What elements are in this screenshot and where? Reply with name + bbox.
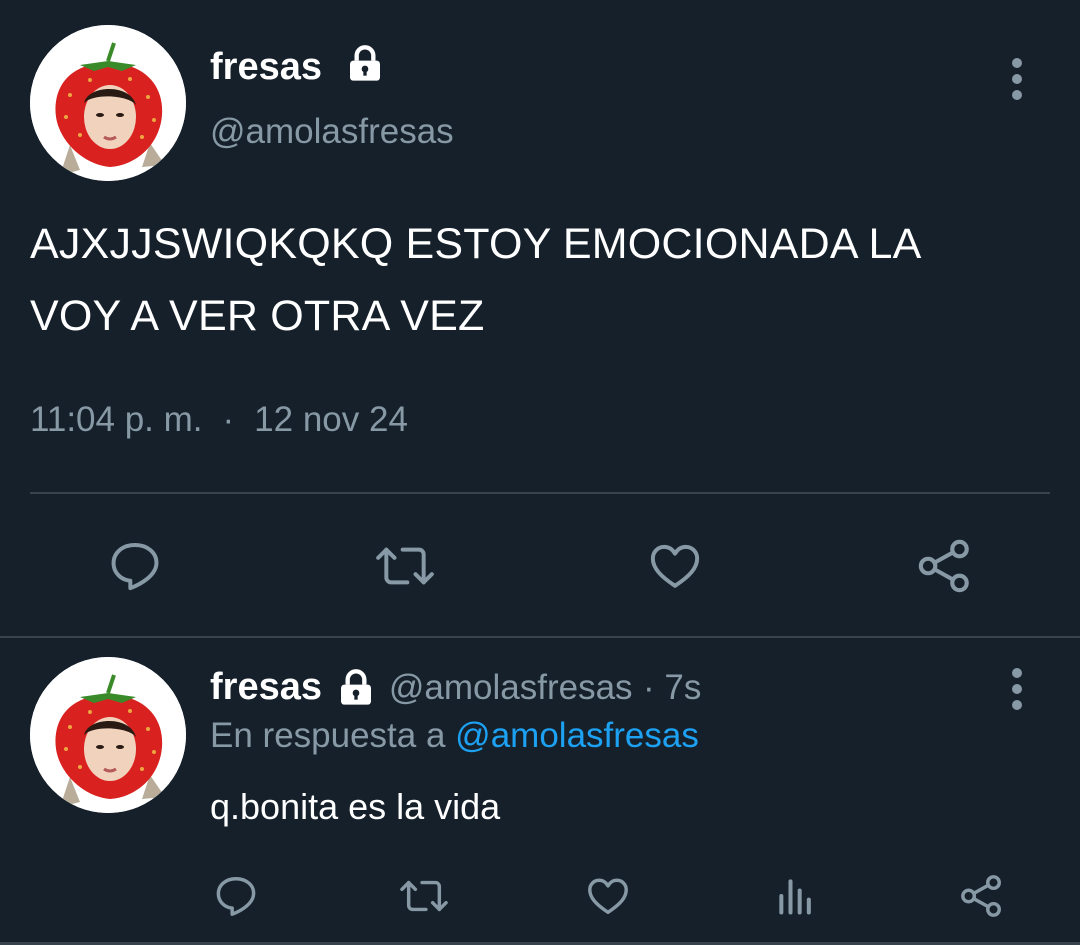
strawberry-avatar: [30, 25, 186, 181]
display-name[interactable]: fresas: [210, 44, 385, 94]
analytics-button[interactable]: [768, 868, 824, 924]
like-icon: [650, 544, 700, 588]
meta-separator: ·: [222, 400, 235, 439]
avatar[interactable]: [30, 25, 186, 181]
reply-age: · 7s: [643, 668, 702, 707]
like-button[interactable]: [580, 868, 636, 924]
lock-icon: [345, 44, 385, 94]
tweet-date[interactable]: 12 nov 24: [254, 400, 408, 439]
handle[interactable]: @amolasfresas: [210, 112, 454, 152]
reply-prefix: En respuesta a: [210, 716, 446, 755]
like-icon: [588, 878, 628, 915]
display-name-text[interactable]: fresas: [210, 46, 322, 88]
tweet-separator: [0, 636, 1080, 638]
reply-text: q.bonita es la vida: [210, 786, 501, 827]
strawberry-avatar: [30, 657, 186, 813]
analytics-icon: [779, 879, 811, 915]
reply-button[interactable]: [208, 868, 264, 924]
reply-avatar[interactable]: [30, 657, 186, 813]
reply-context: En respuesta a @amolasfresas: [210, 716, 699, 756]
tweet-text-line-1: AJXJJSWIQKQKQ ESTOY EMOCIONADA LA: [30, 220, 922, 268]
tweet-meta: 11:04 p. m. · 12 nov 24: [30, 400, 408, 440]
divider: [30, 492, 1050, 494]
more-vertical-icon[interactable]: [1007, 668, 1027, 716]
share-button[interactable]: [954, 868, 1010, 924]
more-vertical-icon[interactable]: [1007, 58, 1027, 106]
tweet-time[interactable]: 11:04 p. m.: [30, 400, 203, 439]
reply-handle[interactable]: @amolasfresas: [389, 668, 633, 707]
retweet-button[interactable]: [394, 868, 454, 924]
tweet-text: AJXJJSWIQKQKQ ESTOY EMOCIONADA LA VOY A …: [30, 208, 1060, 352]
share-icon: [961, 875, 1001, 917]
retweet-button[interactable]: [370, 534, 440, 598]
reply-display-name[interactable]: fresas: [210, 666, 322, 708]
reply-icon: [111, 543, 159, 591]
reply-mention-link[interactable]: @amolasfresas: [455, 716, 699, 755]
like-button[interactable]: [640, 534, 710, 598]
retweet-icon: [400, 880, 448, 912]
reply-header: fresas @amolasfresas · 7s: [210, 666, 701, 713]
reply-button[interactable]: [100, 534, 170, 598]
lock-icon: [336, 668, 376, 713]
tweet-text-line-2: VOY A VER OTRA VEZ: [30, 292, 485, 340]
share-button[interactable]: [910, 534, 980, 598]
retweet-icon: [376, 547, 434, 585]
share-icon: [918, 539, 969, 593]
reply-icon: [216, 877, 256, 916]
